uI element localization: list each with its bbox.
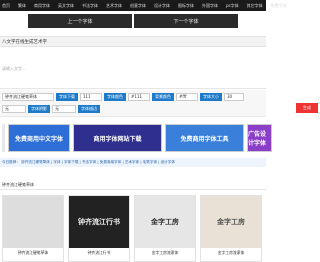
controls-panel: 钟齐流江硬笔草体 字体下载 111 字体颜色 #111 背景颜色 #fff 字体… xyxy=(0,90,266,117)
font-card[interactable]: 钟齐流江行书 钟齐流江行书 xyxy=(68,195,130,262)
nav-item[interactable]: 繁体 xyxy=(18,3,26,9)
font-color-input[interactable]: #111 xyxy=(128,92,150,101)
font-preview-image: 钟齐流江行书 xyxy=(69,196,129,248)
font-card[interactable]: 钟齐流江硬笔草体 xyxy=(2,195,64,262)
bg-color-input[interactable]: #fff xyxy=(176,92,198,101)
font-size-input[interactable]: 30 xyxy=(224,92,244,101)
page-title: 八文字在线生成艺术字 xyxy=(0,36,266,47)
generate-button[interactable]: 生成 xyxy=(296,103,318,113)
bg-color-label: 背景颜色 xyxy=(152,92,174,101)
banner-commercial-font[interactable]: 商用字体网站下载 xyxy=(73,124,162,152)
nav-item[interactable]: 设计字体 xyxy=(154,3,170,9)
font-color-label: 字体颜色 xyxy=(104,92,126,101)
font-card-caption: 金字工房流隶体 xyxy=(217,250,245,255)
nav-item[interactable]: 英文字体 xyxy=(58,3,74,9)
prev-font-button[interactable]: 上一个字体 xyxy=(28,14,132,28)
nav-item[interactable]: 书法字体 xyxy=(82,3,98,9)
text-placeholder: 请输入文字... xyxy=(2,66,26,71)
nav-item[interactable]: 首页 xyxy=(2,3,10,9)
banner-font-tool[interactable]: 免费商用字体工具 xyxy=(165,124,244,152)
font-card-caption: 金字工房流隶体 xyxy=(151,250,179,255)
nav-item[interactable]: ps字体 xyxy=(226,3,239,9)
download-button[interactable]: 字体下载 xyxy=(56,92,78,101)
stroke-label: 字体描边 xyxy=(78,104,100,113)
top-nav: 首页 繁体 商用字体 英文字体 书法字体 艺术字体 创意字体 设计字体 图标字体… xyxy=(0,0,287,11)
font-pager: 上一个字体 下一个字体 xyxy=(0,14,266,28)
section-heading: 钟齐流江硬笔草体 xyxy=(0,180,266,190)
nav-item[interactable]: 创意字体 xyxy=(130,3,146,9)
font-size-label: 字体大小 xyxy=(200,92,222,101)
nav-item[interactable]: 外国字体 xyxy=(202,3,218,9)
font-card-caption: 钟齐流江硬笔草体 xyxy=(17,250,49,255)
font-select[interactable]: 钟齐流江硬笔草体 xyxy=(2,92,54,101)
banner-ad-font[interactable]: 广告设计字体 xyxy=(247,124,272,152)
font-card[interactable]: 金字工房 金字工房流隶体 xyxy=(134,195,196,262)
font-card-caption: 钟齐流江行书 xyxy=(87,250,111,255)
recommend-tags[interactable]: 今日推荐： 钟齐流江硬笔草体 | 字体 | 字体下载 | 书法字体 | 免费商用… xyxy=(0,158,266,167)
stroke-select[interactable]: 无 xyxy=(52,104,76,113)
font-card[interactable]: 金字工房 金字工房流隶体 xyxy=(200,195,262,262)
font-preview-image: 金字工房 xyxy=(135,196,195,248)
font-preview-image xyxy=(3,196,63,248)
nav-item[interactable]: 其它字体 xyxy=(247,3,263,9)
text-input[interactable]: 请输入文字... xyxy=(0,49,266,89)
shadow-select[interactable]: 无 xyxy=(2,104,26,113)
nav-item[interactable]: 免费字体 xyxy=(271,3,287,9)
nav-item[interactable]: 商用字体 xyxy=(34,3,50,9)
banner-edge xyxy=(2,124,5,152)
banner-free-font[interactable]: 免费商用中文字体 xyxy=(8,124,70,152)
next-font-button[interactable]: 下一个字体 xyxy=(134,14,238,28)
font-preview-image: 金字工房 xyxy=(201,196,261,248)
font-cards: 钟齐流江硬笔草体 钟齐流江行书 钟齐流江行书 金字工房 金字工房流隶体 金字工房… xyxy=(0,195,266,262)
nav-item[interactable]: 艺术字体 xyxy=(106,3,122,9)
font-id-field[interactable]: 111 xyxy=(80,92,102,101)
banner-row: 免费商用中文字体 商用字体网站下载 免费商用字体工具 广告设计字体 xyxy=(0,124,272,152)
shadow-label: 字体阴影 xyxy=(28,104,50,113)
nav-item[interactable]: 图标字体 xyxy=(178,3,194,9)
